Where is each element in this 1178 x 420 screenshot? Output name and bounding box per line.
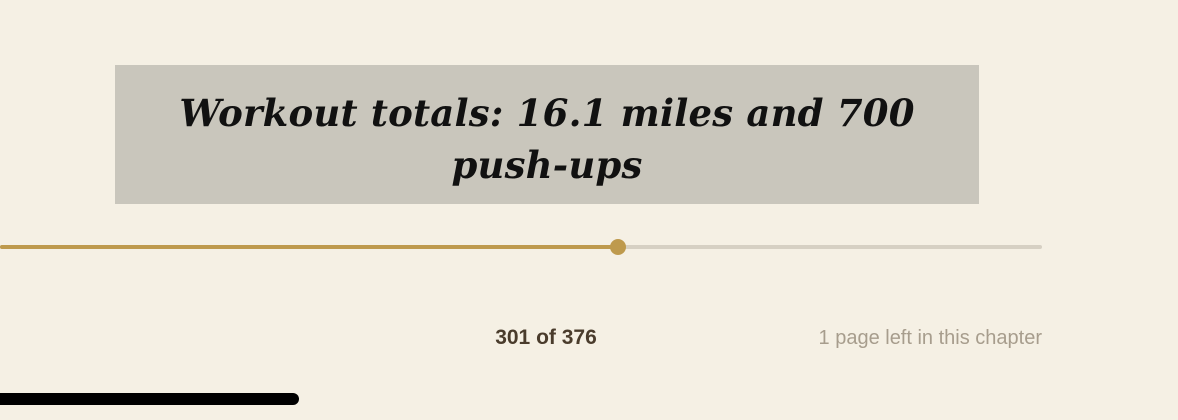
page-count-label: 301 of 376 — [495, 326, 597, 349]
caption-text: Workout totals: 16.1 miles and 700 push-… — [179, 91, 915, 187]
home-indicator-bar[interactable] — [0, 393, 299, 405]
progress-thumb[interactable] — [610, 239, 627, 255]
highlighted-caption: Workout totals: 16.1 miles and 700 push-… — [115, 65, 979, 204]
page-progress-slider[interactable] — [0, 238, 1042, 258]
progress-fill — [0, 245, 619, 249]
chapter-remaining-label: 1 page left in this chapter — [818, 327, 1042, 349]
